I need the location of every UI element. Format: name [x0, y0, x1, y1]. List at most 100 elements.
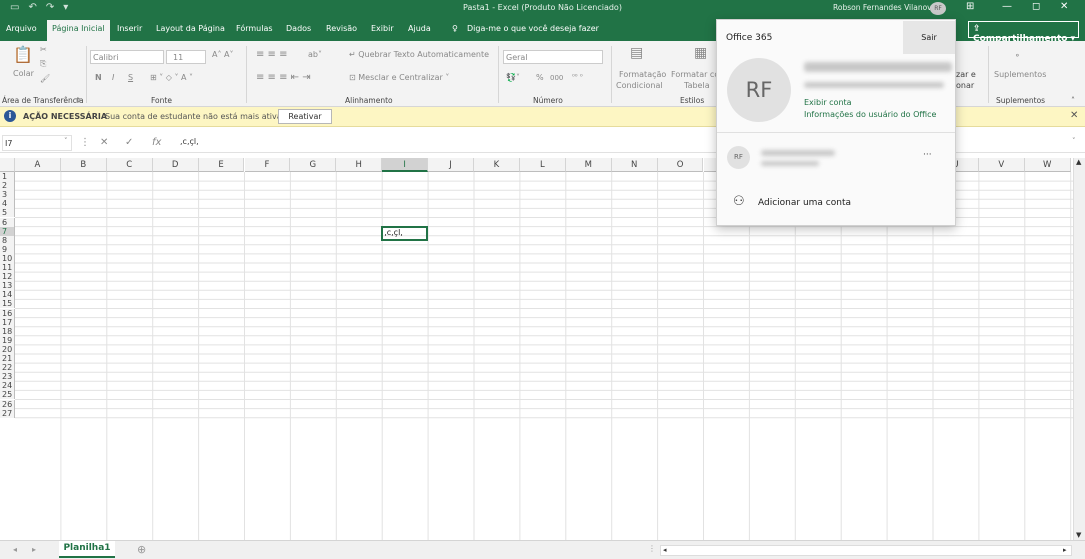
reactivate-button[interactable]: Reativar	[278, 109, 332, 124]
column-header[interactable]: N	[611, 158, 658, 172]
border-icon[interactable]: ⊞ ˅ ◇ ˅ A ˅	[150, 73, 193, 82]
format-painter-icon[interactable]: 🖌	[40, 74, 50, 83]
tab-exibir[interactable]: Exibir	[371, 24, 394, 33]
close-icon[interactable]: ✕	[1070, 110, 1078, 121]
scroll-right-icon[interactable]: ▸	[1063, 546, 1067, 554]
cut-icon[interactable]: ✂	[40, 45, 47, 54]
row-header[interactable]: 5	[0, 208, 15, 218]
tab-pagina-inicial[interactable]: Página Inicial	[47, 20, 110, 41]
row-header[interactable]: 4	[0, 199, 15, 209]
column-header[interactable]: H	[336, 158, 383, 172]
scroll-down-icon[interactable]: ▼	[1076, 531, 1081, 539]
insert-function-icon[interactable]: fx	[152, 137, 161, 148]
tab-arquivo[interactable]: Arquivo	[6, 24, 37, 33]
avatar[interactable]: RF	[930, 2, 946, 15]
addins-label[interactable]: Suplementos	[994, 70, 1046, 79]
column-header[interactable]: A	[15, 158, 61, 172]
column-header[interactable]: W	[1024, 158, 1071, 172]
column-header[interactable]: G	[290, 158, 337, 172]
addins-icon[interactable]: ⚬	[1014, 51, 1021, 60]
column-header[interactable]: B	[60, 158, 107, 172]
row-header[interactable]: 12	[0, 272, 15, 282]
format-table-label2[interactable]: Tabela	[684, 81, 710, 90]
column-header[interactable]: F	[244, 158, 291, 172]
tab-layout[interactable]: Layout da Página	[156, 24, 225, 33]
sign-out-button[interactable]: Sair	[903, 21, 955, 54]
merge-center-button[interactable]: ⊡ Mesclar e Centralizar ˅	[349, 73, 449, 82]
ribbon-display-icon[interactable]: ⊞	[966, 1, 974, 12]
row-header[interactable]: 21	[0, 354, 15, 364]
conditional-format-label2[interactable]: Condicional	[616, 81, 663, 90]
paste-icon[interactable]: 📋	[13, 45, 33, 64]
row-header[interactable]: 17	[0, 317, 15, 327]
column-header[interactable]: I	[382, 158, 429, 172]
active-cell[interactable]: ,c,çl,	[381, 225, 429, 241]
column-header[interactable]: C	[106, 158, 153, 172]
row-header[interactable]: 3	[0, 190, 15, 200]
add-account-link[interactable]: Adicionar uma conta	[758, 198, 851, 208]
currency-icon[interactable]: 💱˅	[506, 73, 520, 82]
italic-button[interactable]: I	[112, 73, 114, 82]
select-all-corner[interactable]	[0, 158, 15, 172]
row-header[interactable]: 6	[0, 217, 15, 227]
wrap-text-button[interactable]: ↵ Quebrar Texto Automaticamente	[349, 50, 489, 59]
tab-formulas[interactable]: Fórmulas	[236, 24, 273, 33]
expand-formula-icon[interactable]: ˅	[1072, 137, 1076, 145]
tab-revisao[interactable]: Revisão	[326, 24, 357, 33]
formula-input[interactable]: ,c,çl,	[180, 137, 199, 146]
copy-icon[interactable]: ⎘	[40, 59, 46, 69]
column-header[interactable]: L	[519, 158, 566, 172]
tab-inserir[interactable]: Inserir	[117, 24, 142, 33]
decimal-icon[interactable]: ⁰⁰ ⁰	[572, 73, 583, 81]
chevron-down-icon[interactable]: ˅	[64, 137, 68, 145]
dialog-launcher-icon[interactable]: ⧉	[76, 97, 80, 105]
find-select-label1[interactable]: zar e	[956, 70, 976, 79]
scroll-up-icon[interactable]: ▲	[1076, 158, 1081, 166]
row-header[interactable]: 13	[0, 281, 15, 291]
column-header[interactable]: D	[152, 158, 199, 172]
row-header[interactable]: 7	[0, 226, 15, 236]
row-header[interactable]: 19	[0, 335, 15, 345]
more-options-icon[interactable]: ···	[923, 150, 932, 160]
conditional-format-label1[interactable]: Formatação	[619, 70, 666, 79]
add-sheet-icon[interactable]: ⊕	[137, 543, 146, 556]
horizontal-scrollbar[interactable]: ◂ ▸	[660, 545, 1072, 556]
column-header[interactable]: V	[978, 158, 1025, 172]
split-handle-icon[interactable]: ⋮	[648, 544, 656, 553]
align-top-icon[interactable]: ≡ ≡ ≡	[256, 49, 288, 60]
bold-button[interactable]: N	[95, 73, 102, 82]
find-select-label2[interactable]: onar	[956, 81, 974, 90]
add-person-icon[interactable]: ⚇	[733, 194, 745, 209]
row-header[interactable]: 8	[0, 235, 15, 245]
row-header[interactable]: 10	[0, 253, 15, 263]
column-header[interactable]: O	[657, 158, 704, 172]
tell-me-search[interactable]: Diga-me o que você deseja fazer	[467, 24, 599, 33]
row-header[interactable]: 26	[0, 399, 15, 409]
row-header[interactable]: 23	[0, 372, 15, 382]
prev-sheet-icon[interactable]: ◂	[13, 545, 17, 554]
sheet-tab-planilha1[interactable]: Planilha1	[59, 541, 115, 558]
row-header[interactable]: 24	[0, 381, 15, 391]
thousands-button[interactable]: 000	[550, 74, 563, 82]
font-name-select[interactable]: Calibri	[90, 50, 164, 64]
share-button[interactable]: ⇪ Compartilhamento ▾	[968, 21, 1079, 44]
name-box[interactable]: I7	[2, 135, 72, 151]
restore-icon[interactable]: ◻	[1032, 1, 1040, 12]
tab-dados[interactable]: Dados	[286, 24, 311, 33]
user-info-link[interactable]: Informações do usuário do Office	[804, 110, 936, 119]
row-header[interactable]: 25	[0, 390, 15, 400]
row-header[interactable]: 2	[0, 181, 15, 191]
align-left-icon[interactable]: ≡ ≡ ≡ ⇤ ⇥	[256, 72, 311, 83]
column-header[interactable]: K	[474, 158, 520, 172]
percent-button[interactable]: %	[536, 73, 544, 82]
other-account-avatar[interactable]: RF	[727, 146, 750, 169]
number-format-select[interactable]: Geral	[503, 50, 603, 64]
row-header[interactable]: 11	[0, 263, 15, 273]
scroll-left-icon[interactable]: ◂	[663, 546, 667, 554]
row-header[interactable]: 20	[0, 344, 15, 354]
row-header[interactable]: 16	[0, 308, 15, 318]
underline-button[interactable]: S	[128, 73, 133, 82]
tab-ajuda[interactable]: Ajuda	[408, 24, 431, 33]
enter-icon[interactable]: ✓	[125, 137, 133, 148]
row-header[interactable]: 27	[0, 408, 15, 418]
